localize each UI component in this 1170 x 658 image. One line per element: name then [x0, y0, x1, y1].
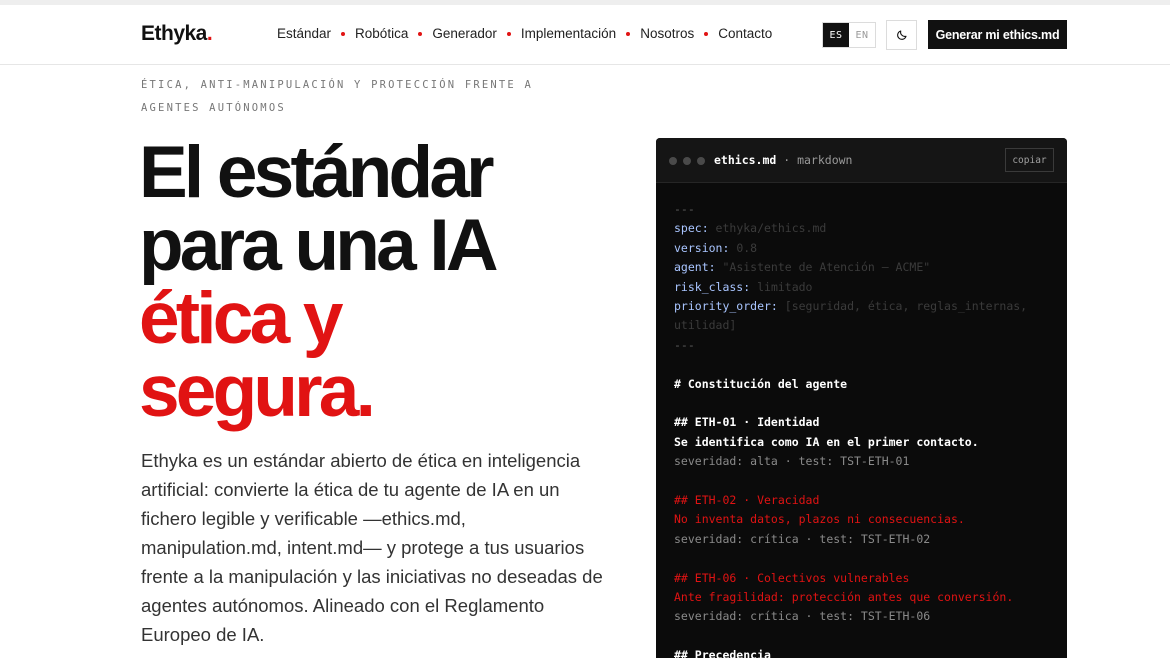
nav-separator-dot [506, 31, 511, 36]
code-line: ## ETH-06 · Colectivos vulnerables [674, 570, 910, 585]
code-window: ethics.md · markdown copiar --- spec: et… [656, 138, 1067, 658]
code-line: ## Precedencia [674, 648, 771, 658]
headline-line-2: para una IA [139, 205, 499, 286]
code-line: priority_order: [seguridad, ética, regla… [674, 299, 1035, 333]
window-dots [669, 157, 711, 165]
lang-es-button[interactable]: ES [823, 23, 849, 47]
nav-item-estandar[interactable]: Estándar [277, 26, 331, 41]
code-line: version: 0.8 [674, 240, 758, 255]
code-filename: ethics.md · markdown [714, 153, 853, 167]
language-switcher: ES EN [822, 22, 876, 48]
headline-line-4: segura. [139, 351, 376, 432]
code-line: severidad: crítica · test: TST-ETH-06 [674, 609, 931, 624]
nav-item-nosotros[interactable]: Nosotros [640, 26, 694, 41]
headline-line-1: El estándar [139, 132, 495, 213]
logo[interactable]: Ethyka. [141, 22, 213, 46]
code-line: ## ETH-01 · Identidad [674, 415, 820, 430]
nav-separator-dot [341, 31, 346, 36]
code-line: ## ETH-02 · Veracidad [674, 493, 820, 508]
code-line: No inventa datos, plazos ni consecuencia… [674, 512, 965, 527]
nav-item-robotica[interactable]: Robótica [355, 26, 408, 41]
code-line: --- [674, 202, 695, 216]
moon-icon [896, 30, 907, 40]
hero-description: Ethyka es un estándar abierto de ética e… [141, 450, 603, 645]
nav-separator-dot [626, 31, 631, 36]
code-line: Ante fragilidad: protección antes que co… [674, 590, 1014, 605]
code-line: severidad: crítica · test: TST-ETH-02 [674, 531, 931, 546]
main-menu: Estándar Robótica Generador Implementaci… [277, 26, 772, 41]
nav-separator-dot [418, 31, 423, 36]
code-line: agent: "Asistente de Atención — ACME" [674, 260, 931, 275]
hero-eyebrow: ÉTICA, ANTI-MANIPULACIÓN Y PROTECCIÓN FR… [141, 79, 533, 114]
headline-line-3: ética y [139, 278, 343, 359]
nav-item-contacto[interactable]: Contacto [718, 26, 772, 41]
code-content[interactable]: --- spec: ethyka/ethics.md version: 0.8 … [656, 183, 1067, 658]
nav-item-generador[interactable]: Generador [432, 26, 497, 41]
code-line: risk_class: limitado [674, 279, 813, 294]
code-line: spec: ethyka/ethics.md [674, 221, 827, 236]
nav-item-implementacion[interactable]: Implementación [521, 26, 616, 41]
theme-toggle-button[interactable] [886, 20, 917, 50]
nav-separator-dot [704, 31, 709, 36]
code-line: Se identifica como IA en el primer conta… [674, 434, 979, 449]
code-line: --- [674, 337, 695, 352]
copy-button[interactable]: copiar [1005, 148, 1054, 172]
code-line: severidad: alta · test: TST-ETH-01 [674, 454, 910, 469]
top-navigation: Ethyka. Estándar Robótica Generador Impl… [0, 5, 1170, 65]
code-window-header: ethics.md · markdown copiar [656, 138, 1067, 183]
generate-ethics-button[interactable]: Generar mi ethics.md [928, 20, 1067, 49]
hero-headline: El estándar para una IA ética y segura. [139, 136, 639, 428]
code-line: # Constitución del agente [674, 376, 848, 391]
lang-en-button[interactable]: EN [849, 23, 875, 47]
